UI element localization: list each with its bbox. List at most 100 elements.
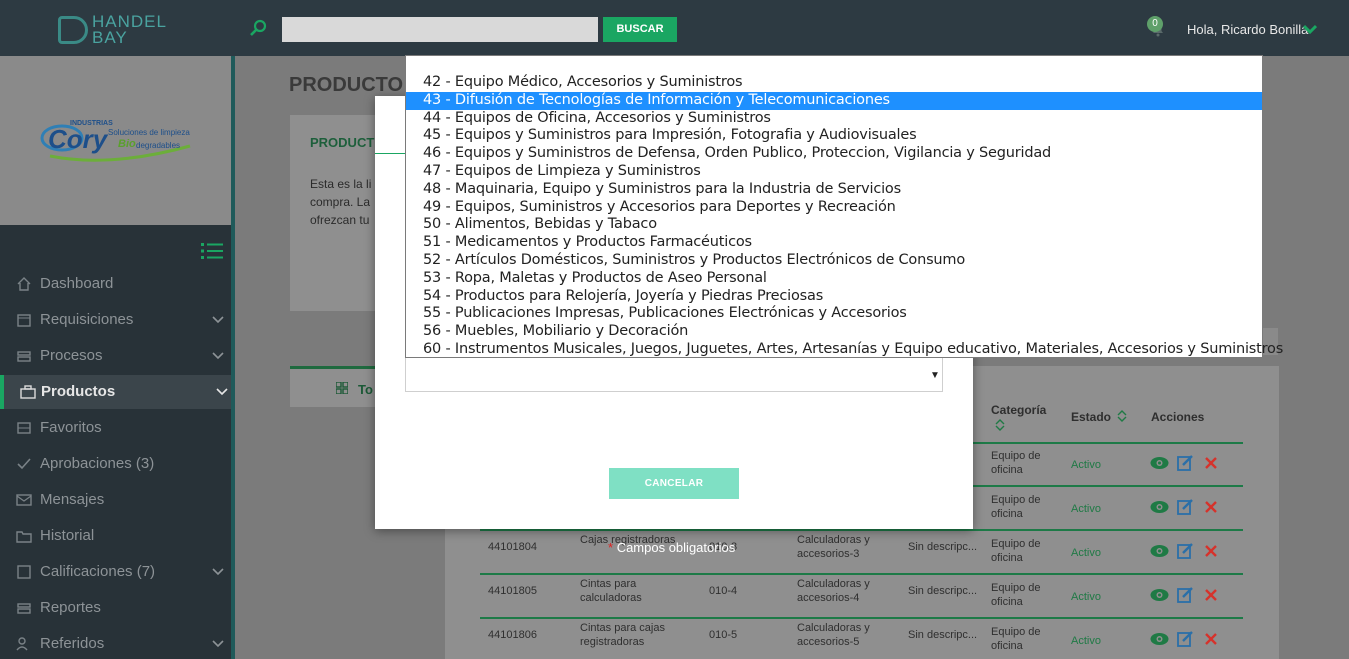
chevron-down-icon bbox=[212, 568, 224, 576]
grid-icon bbox=[336, 382, 348, 394]
user-greeting[interactable]: Hola, Ricardo Bonilla bbox=[1187, 22, 1308, 37]
select-arrow-icon[interactable]: ▼ bbox=[930, 370, 940, 381]
notifications[interactable]: 0 bbox=[1145, 16, 1169, 38]
brand-tag2a: Bio bbox=[118, 138, 136, 150]
brand-tag1: Soluciones de limpieza bbox=[108, 128, 190, 137]
sidebar-item-referidos[interactable]: Referidos bbox=[0, 627, 231, 659]
dropdown-option[interactable]: 51 - Medicamentos y Productos Farmacéuti… bbox=[406, 234, 1262, 252]
category-select[interactable] bbox=[405, 357, 943, 392]
logo-text-line2: BAY bbox=[92, 28, 128, 47]
cell-code: 44101806 bbox=[488, 629, 537, 641]
sidebar-item-label: Requisiciones bbox=[40, 311, 134, 328]
calendar-icon bbox=[17, 314, 31, 327]
sidebar-item-dashboard[interactable]: Dashboard bbox=[0, 267, 231, 301]
dropdown-option[interactable]: 55 - Publicaciones Impresas, Publicacion… bbox=[406, 305, 1262, 323]
sidebar-item-requisiciones[interactable]: Requisiciones bbox=[0, 303, 231, 337]
dropdown-option[interactable]: 48 - Maquinaria, Equipo y Suministros pa… bbox=[406, 181, 1262, 199]
brand-name: Cory bbox=[48, 124, 108, 154]
chevron-down-icon bbox=[216, 388, 228, 396]
sidebar-item-favoritos[interactable]: Favoritos bbox=[0, 411, 231, 445]
cell-ref: 010-4 bbox=[709, 585, 738, 597]
cell-categoria: Equipo de oficina bbox=[991, 538, 1041, 564]
sidebar-item-reportes[interactable]: Reportes bbox=[0, 591, 231, 625]
column-header-estado[interactable]: Estado bbox=[1071, 410, 1111, 424]
column-header-acciones: Acciones bbox=[1151, 410, 1205, 424]
modal-accent-line bbox=[375, 153, 405, 154]
sort-icon[interactable] bbox=[995, 419, 1005, 431]
sidebar-item-calificaciones[interactable]: Calificaciones (7) bbox=[0, 555, 231, 589]
cell-name: Cintas para cajas registradoras bbox=[580, 622, 665, 648]
cell-description: Sin descripc... bbox=[908, 585, 978, 597]
dropdown-option[interactable]: 49 - Equipos, Suministros y Accesorios p… bbox=[406, 199, 1262, 217]
sidebar-item-label: Mensajes bbox=[40, 491, 105, 508]
search-input[interactable] bbox=[282, 17, 598, 42]
dropdown-option[interactable]: 44 - Equipos de Oficina, Accesorios y Su… bbox=[406, 110, 1262, 128]
dropdown-option[interactable]: 60 - Instrumentos Musicales, Juegos, Jug… bbox=[406, 341, 1283, 359]
cell-categoria: Equipo de oficina bbox=[991, 494, 1041, 520]
dropdown-option[interactable]: 56 - Muebles, Mobiliario y Decoración bbox=[406, 323, 1262, 341]
delete-icon[interactable] bbox=[1205, 501, 1217, 513]
handelbay-logo[interactable]: HANDEL BAY bbox=[58, 12, 178, 47]
dropdown-option[interactable]: 54 - Productos para Relojería, Joyería y… bbox=[406, 288, 1262, 306]
cancel-button[interactable]: CANCELAR bbox=[609, 468, 739, 499]
brand-tag2b: degradables bbox=[136, 141, 181, 150]
sidebar-item-productos[interactable]: Productos bbox=[0, 375, 231, 409]
stack-icon bbox=[17, 351, 31, 362]
sort-icon[interactable] bbox=[1117, 410, 1127, 422]
dropdown-option[interactable]: 53 - Ropa, Maletas y Productos de Aseo P… bbox=[406, 270, 1262, 288]
dropdown-option[interactable]: 42 - Equipo Médico, Accesorios y Suminis… bbox=[406, 74, 1262, 92]
sidebar-brand-area: INDUSTRIAS Cory Soluciones de limpieza B… bbox=[0, 56, 231, 225]
view-eye-icon[interactable] bbox=[1150, 500, 1169, 514]
edit-icon[interactable] bbox=[1177, 498, 1194, 515]
chevron-down-icon bbox=[212, 640, 224, 648]
cell-category: Calculadoras y accesorios-4 bbox=[797, 578, 870, 604]
sidebar-item-label: Calificaciones (7) bbox=[40, 563, 156, 580]
view-eye-icon[interactable] bbox=[1150, 588, 1169, 602]
delete-icon[interactable] bbox=[1205, 589, 1217, 601]
edit-icon[interactable] bbox=[1177, 630, 1194, 647]
cell-category: Calculadoras y accesorios-3 bbox=[797, 534, 870, 560]
delete-icon[interactable] bbox=[1205, 633, 1217, 645]
card-heading: PRODUCT bbox=[310, 135, 375, 150]
view-eye-icon[interactable] bbox=[1150, 632, 1169, 646]
dropdown-option[interactable]: 47 - Equipos de Limpieza y Suministros bbox=[406, 163, 1262, 181]
delete-icon[interactable] bbox=[1205, 545, 1217, 557]
delete-icon[interactable] bbox=[1205, 457, 1217, 469]
sidebar-item-procesos[interactable]: Procesos bbox=[0, 339, 231, 373]
dropdown-option[interactable]: 45 - Equipos y Suministros para Impresió… bbox=[406, 127, 1262, 145]
column-header-categoria[interactable]: Categoría bbox=[991, 403, 1046, 417]
company-logo: INDUSTRIAS Cory Soluciones de limpieza B… bbox=[40, 116, 200, 176]
dropdown-option[interactable]: 50 - Alimentos, Bebidas y Tabaco bbox=[406, 216, 1262, 234]
sidebar-item-label: Productos bbox=[41, 383, 116, 400]
tab-todos[interactable]: To bbox=[290, 366, 385, 407]
logo-mark-icon bbox=[58, 16, 88, 44]
search-button[interactable]: BUSCAR bbox=[603, 17, 677, 42]
dropdown-option[interactable]: 46 - Equipos y Suministros de Defensa, O… bbox=[406, 145, 1262, 163]
cell-estado: Activo bbox=[1071, 547, 1101, 559]
edit-icon[interactable] bbox=[1177, 586, 1194, 603]
edit-icon[interactable] bbox=[1177, 542, 1194, 559]
sidebar-item-historial[interactable]: Historial bbox=[0, 519, 231, 553]
dropdown-option[interactable]: 52 - Artículos Domésticos, Suministros y… bbox=[406, 252, 1262, 270]
sidebar-item-aprobaciones[interactable]: Aprobaciones (3) bbox=[0, 447, 231, 481]
cell-estado: Activo bbox=[1071, 591, 1101, 603]
sidebar-item-label: Favoritos bbox=[40, 419, 102, 436]
cell-estado: Activo bbox=[1071, 503, 1101, 515]
view-eye-icon[interactable] bbox=[1150, 456, 1169, 470]
category-dropdown-list[interactable]: 42 - Equipo Médico, Accesorios y Suminis… bbox=[405, 55, 1283, 359]
menu-toggle-icon[interactable] bbox=[201, 242, 223, 260]
cell-ref: 010-5 bbox=[709, 629, 738, 641]
required-text: Campos obligatorios bbox=[616, 540, 736, 555]
chevron-down-icon[interactable] bbox=[1303, 24, 1317, 34]
view-eye-icon[interactable] bbox=[1150, 544, 1169, 558]
cell-description: Sin descripc... bbox=[908, 541, 978, 553]
search-icon[interactable] bbox=[249, 19, 267, 37]
users-icon bbox=[16, 637, 28, 651]
folder-icon bbox=[16, 531, 32, 543]
cell-description: Sin descripc... bbox=[908, 629, 978, 641]
sidebar-item-mensajes[interactable]: Mensajes bbox=[0, 483, 231, 517]
edit-icon[interactable] bbox=[1177, 454, 1194, 471]
cell-code: 44101804 bbox=[488, 541, 537, 553]
dropdown-option[interactable]: 43 - Difusión de Tecnologías de Informac… bbox=[406, 91, 1262, 110]
tab-label: To bbox=[358, 382, 373, 397]
